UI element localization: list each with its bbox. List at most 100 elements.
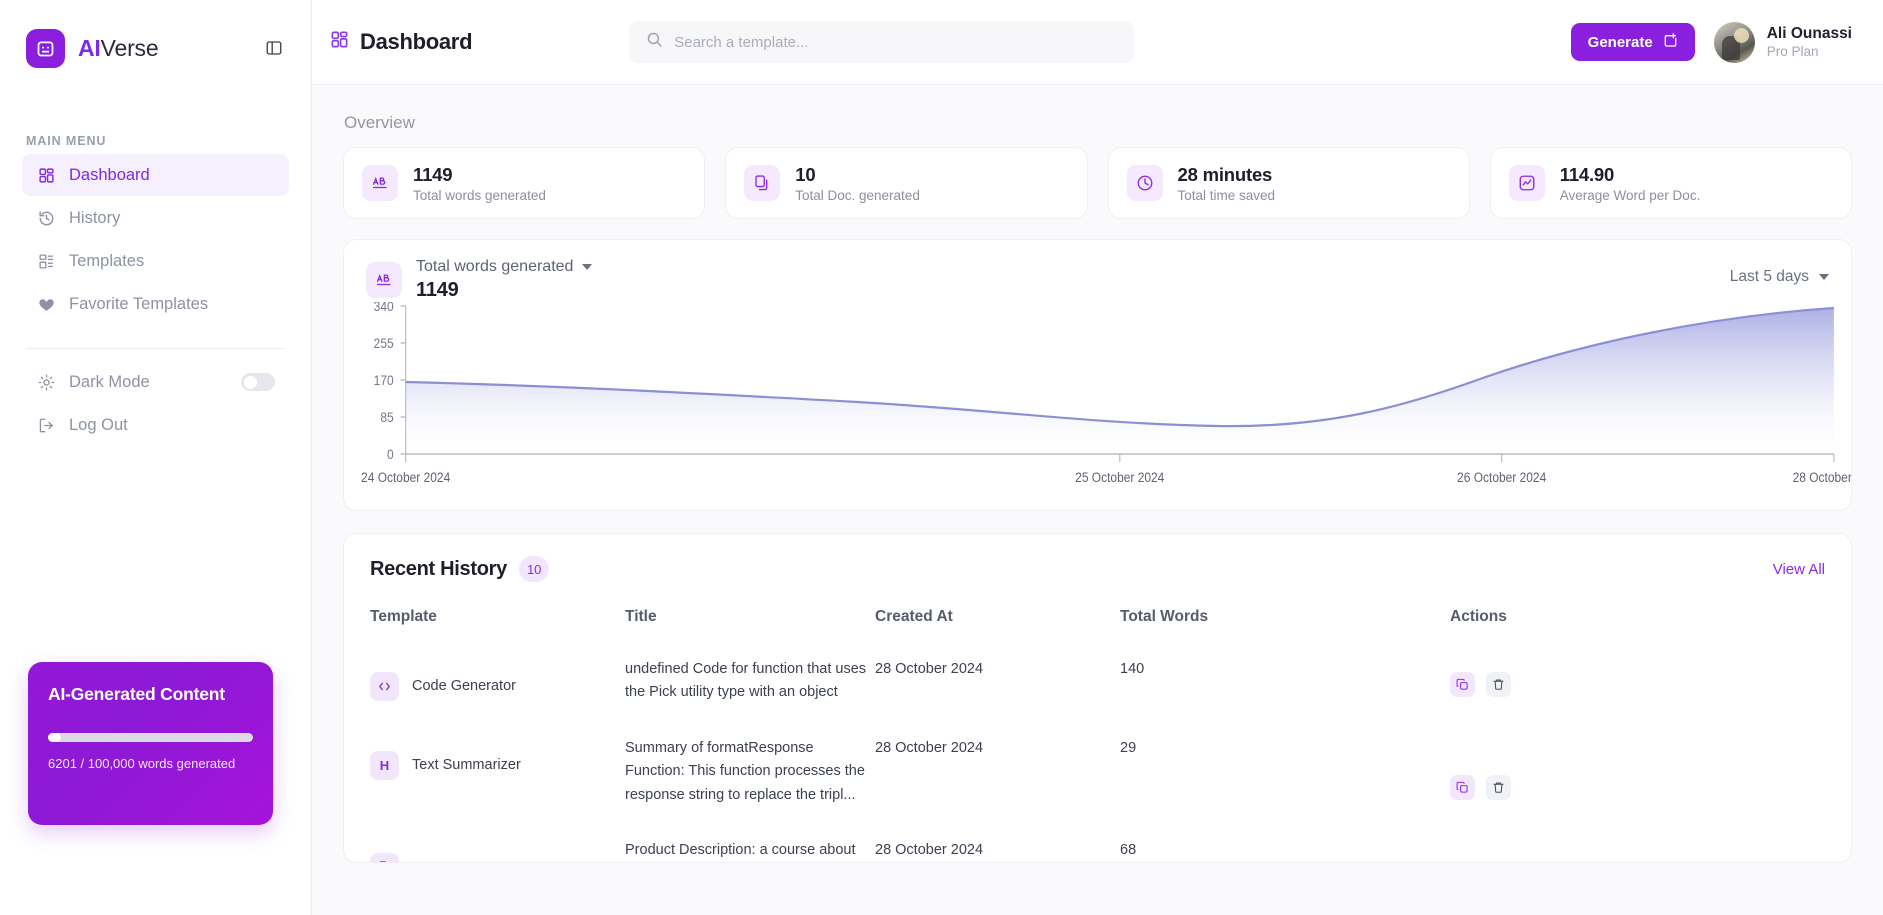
brand-row: AIVerse [0,0,311,72]
column-header-title: Title [625,608,657,625]
y-tick-label: 340 [374,302,394,314]
search-box[interactable] [629,21,1135,63]
history-clock-icon [36,208,56,228]
cell-template: H Text Summarizer [370,727,625,829]
copy-icon[interactable] [1450,672,1475,697]
chart-square-icon [1508,165,1545,201]
stat-label: Total Doc. generated [795,187,920,203]
cell-created-at: 28 October 2024 [875,842,984,859]
sidebar-item-dashboard[interactable]: Dashboard [22,154,289,196]
column-header-created-at: Created At [875,608,953,625]
grid-icon [36,165,56,185]
generate-plus-icon [1662,32,1678,52]
template-name: Code Generator [412,677,516,694]
stat-text: 28 minutes Total time saved [1178,164,1276,203]
generate-button-label: Generate [1587,33,1653,51]
row-actions [1450,658,1825,697]
sidebar-item-favorite-templates[interactable]: Favorite Templates [22,283,289,325]
heart-icon [36,294,56,314]
app-root: AIVerse MAIN MENU Dashboard History Temp… [0,0,1883,915]
cell-title: Summary of formatResponse Function: This… [625,739,865,803]
sun-icon [36,372,56,392]
sidebar-item-label: History [69,208,121,227]
area-chart-svg: 340 255 170 85 0 24 October 2024 25 Octo… [361,298,1875,485]
brand-name: AIVerse [78,35,159,62]
table-row[interactable]: H Text Summarizer Summary of formatRespo… [370,727,1825,829]
promo-progress-text: 6201 / 100,000 words generated [48,756,236,771]
chart-plot: 340 255 170 85 0 24 October 2024 25 Octo… [344,298,1875,512]
sidebar-item-dark-mode[interactable]: Dark Mode [22,361,289,403]
stat-value: 10 [795,163,816,185]
code-icon [370,672,399,701]
cell-total-words: 68 [1120,842,1137,859]
dark-mode-toggle[interactable] [241,373,275,391]
chart-card: Total words generated 1149 Last 5 days 3… [343,239,1875,512]
recent-history-card: Recent History 10 View All Template Titl… [343,533,1852,863]
promo-title: AI-Generated Content [48,684,225,704]
chart-range-selector[interactable]: Last 5 days [1730,268,1829,286]
panel-collapse-glyph [266,41,282,55]
logout-icon [36,415,56,435]
stat-card-time-saved: 28 minutes Total time saved [1107,147,1470,219]
page-title: Dashboard [360,29,473,54]
sidebar-item-templates[interactable]: Templates [22,240,289,282]
copy-icon[interactable] [1450,774,1475,800]
scroll-area: Overview 1149 Total words generated 10 T… [312,85,1883,915]
x-tick-label: 28 October 202 [1793,469,1851,485]
y-tick-label: 85 [380,409,393,425]
chart-metric-selector[interactable]: Total words generated [416,258,593,276]
stat-card-total-docs: 10 Total Doc. generated [725,147,1088,219]
template-chip: H Text Summarizer [370,737,625,780]
stat-text: 1149 Total words generated [413,164,546,203]
stat-label: Average Word per Doc. [1559,187,1701,203]
sidebar: AIVerse MAIN MENU Dashboard History Temp… [0,0,312,915]
cell-title: Product Description: a course about how … [625,842,856,859]
cell-total-words: 29 [1120,739,1137,756]
chart-metric-label: Total words generated [416,258,574,275]
y-tick-label: 255 [374,335,394,351]
column-header-template: Template [370,608,437,625]
clock-icon [1126,165,1163,201]
page-title-wrap: Dashboard [330,29,473,55]
main-menu-label: MAIN MENU [26,134,107,148]
promo-progress-bar [48,733,253,742]
history-table-head: Template Title Created At Total Words Ac… [370,608,1825,648]
stat-label: Total time saved [1177,187,1276,203]
documents-icon [744,165,781,201]
template-chip [370,839,625,862]
cell-total-words: 140 [1120,661,1145,677]
view-all-link[interactable]: View All [1773,561,1825,578]
topbar: Dashboard Generate [312,0,1883,85]
history-table-body: Code Generator undefined Code for functi… [370,648,1825,862]
cell-title: undefined Code for function that uses th… [625,661,867,701]
promo-progress-fill [48,733,61,742]
sidebar-item-logout[interactable]: Log Out [22,404,289,446]
table-row[interactable]: Product Description: a course about how … [370,829,1825,862]
template-chip: Code Generator [370,658,625,701]
cell-actions [1450,829,1825,862]
user-chip[interactable]: Ali Ounassi Pro Plan [1713,21,1852,63]
templates-icon [36,251,56,271]
sidebar-item-history[interactable]: History [22,197,289,239]
trash-icon[interactable] [1486,774,1511,800]
stat-card-average-words: 114.90 Average Word per Doc. [1489,147,1852,219]
promo-card[interactable]: AI-Generated Content 6201 / 100,000 word… [28,662,273,825]
stat-text: 114.90 Average Word per Doc. [1560,164,1701,203]
x-tick-label: 25 October 2024 [1075,469,1164,485]
table-row[interactable]: Code Generator undefined Code for functi… [370,648,1825,727]
x-tick-label: 26 October 2024 [1457,469,1546,485]
recent-history-title: Recent History [370,557,507,580]
avatar [1713,21,1755,63]
overview-stats: 1149 Total words generated 10 Total Doc.… [343,147,1852,219]
cell-template [370,829,625,862]
x-tick-label: 24 October 2024 [361,469,450,485]
panel-collapse-icon[interactable] [263,37,285,59]
chevron-down-icon [582,264,593,270]
topbar-right: Generate Ali Ounassi Pro Plan [1570,21,1852,63]
generate-button[interactable]: Generate [1570,23,1695,61]
search-input[interactable] [674,33,1118,51]
chart-total-value: 1149 [416,279,459,301]
stat-label: Total words generated [413,187,546,203]
chevron-down-icon [1819,274,1829,280]
trash-icon[interactable] [1486,672,1511,697]
